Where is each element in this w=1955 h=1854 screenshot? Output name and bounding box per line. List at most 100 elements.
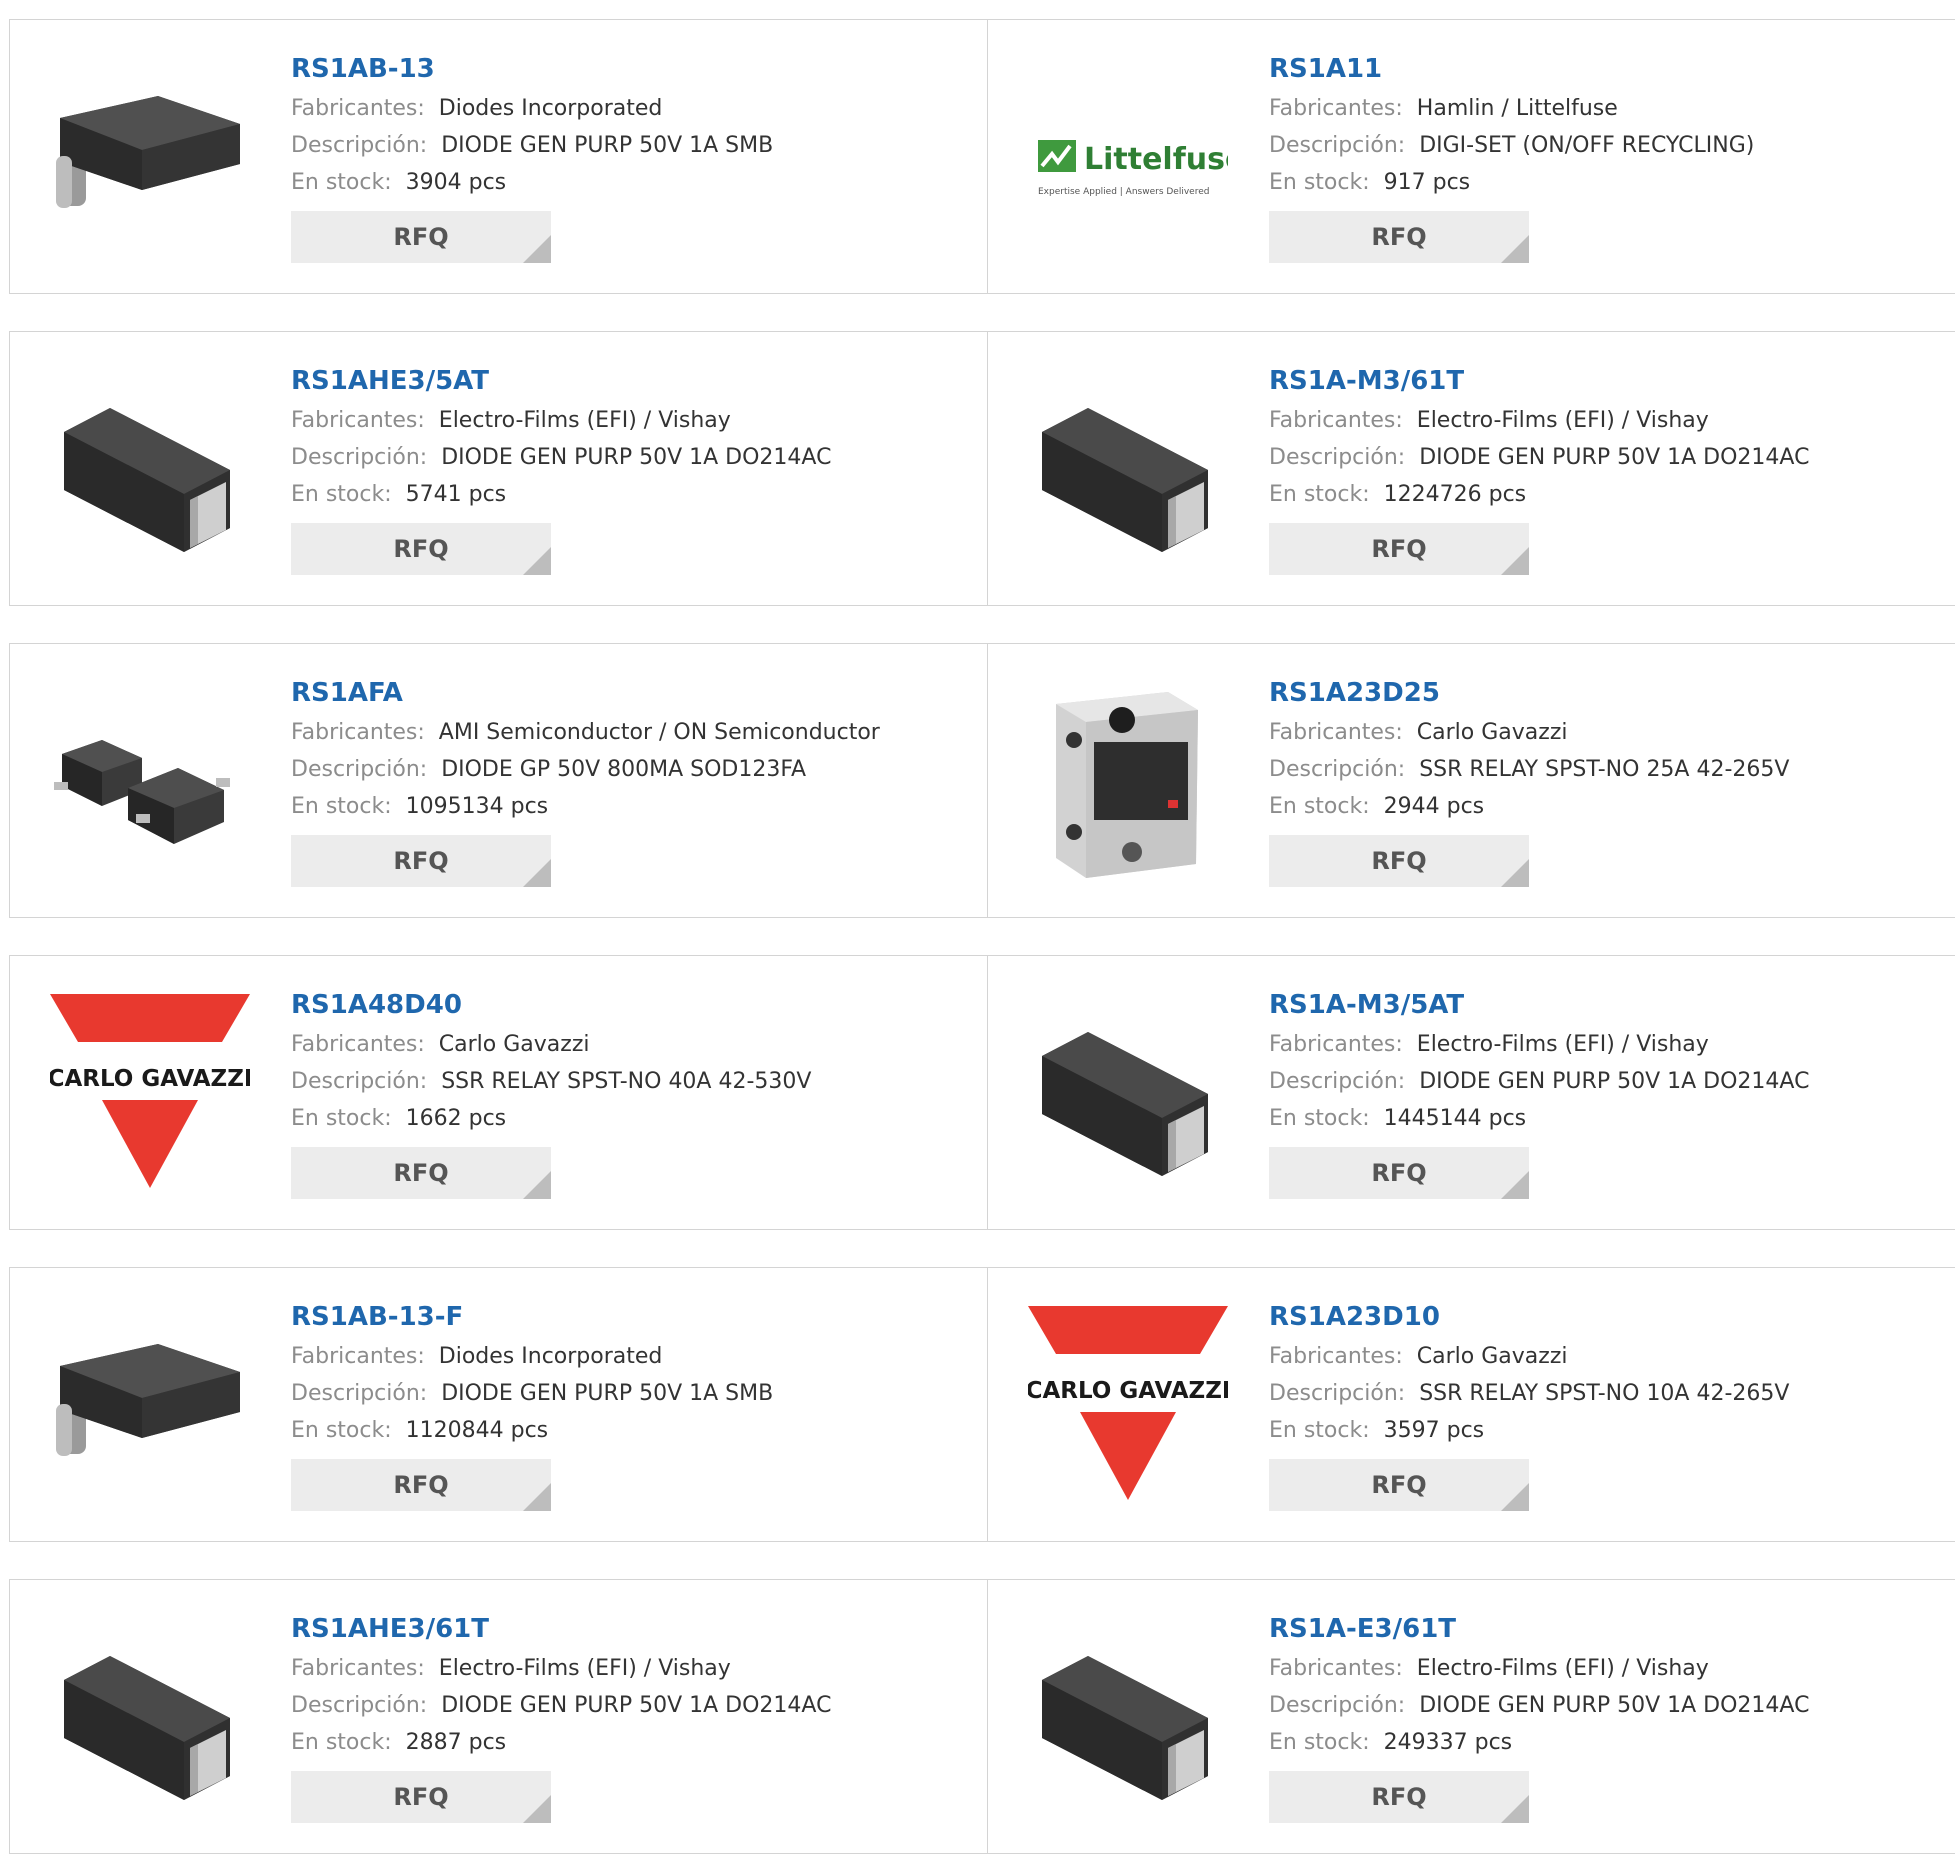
description-label: Descripción:	[291, 757, 428, 782]
stock-value: 1445144 pcs	[1383, 1106, 1527, 1131]
rfq-button[interactable]: RFQ	[1269, 211, 1529, 263]
product-image[interactable]: CARLO GAVAZZI	[1028, 1306, 1228, 1506]
product-row: RS1AHE3/5AT Fabricantes: Electro-Films (E…	[9, 331, 1955, 606]
rfq-label: RFQ	[1371, 223, 1427, 251]
part-number-link[interactable]: RS1A-E3/61T	[1269, 1608, 1929, 1650]
stock-value: 5741 pcs	[405, 482, 507, 507]
rfq-button[interactable]: RFQ	[1269, 1771, 1529, 1823]
stock-value: 2944 pcs	[1383, 794, 1485, 819]
description-row: Descripción: SSR RELAY SPST-NO 25A 42-265…	[1269, 751, 1929, 788]
manufacturer-label: Fabricantes:	[1269, 720, 1403, 745]
rfq-button[interactable]: RFQ	[291, 835, 551, 887]
product-image[interactable]: Littelfuse Expertise Applied | Answers D…	[1028, 58, 1228, 258]
manufacturer-label: Fabricantes:	[1269, 1032, 1403, 1057]
product-card: RS1AB-13-F Fabricantes: Diodes Incorporat…	[10, 1268, 988, 1541]
stock-label: En stock:	[1269, 170, 1370, 195]
carlo-gavazzi-logo-icon: CARLO GAVAZZI	[1028, 1306, 1228, 1500]
manufacturer-label: Fabricantes:	[1269, 1656, 1403, 1681]
description-value: DIODE GP 50V 800MA SOD123FA	[441, 757, 807, 782]
stock-row: En stock: 917 pcs	[1269, 164, 1929, 201]
stock-value: 249337 pcs	[1383, 1730, 1513, 1755]
rfq-button[interactable]: RFQ	[1269, 1459, 1529, 1511]
product-image[interactable]	[50, 1618, 250, 1818]
rfq-button[interactable]: RFQ	[1269, 523, 1529, 575]
stock-label: En stock:	[1269, 1106, 1370, 1131]
product-image[interactable]	[1028, 994, 1228, 1194]
stock-label: En stock:	[291, 482, 392, 507]
manufacturer-label: Fabricantes:	[291, 1032, 425, 1057]
product-info: RS1AHE3/5AT Fabricantes: Electro-Films (E…	[291, 360, 951, 575]
product-image[interactable]	[1028, 370, 1228, 570]
corner-triangle-icon	[523, 235, 551, 263]
product-image[interactable]	[50, 58, 250, 258]
stock-row: En stock: 1224726 pcs	[1269, 476, 1929, 513]
do214-diode-icon	[1042, 1656, 1208, 1800]
stock-label: En stock:	[291, 794, 392, 819]
part-number-link[interactable]: RS1A11	[1269, 48, 1929, 90]
rfq-button[interactable]: RFQ	[1269, 835, 1529, 887]
manufacturer-row: Fabricantes: Carlo Gavazzi	[1269, 1338, 1929, 1375]
part-number-link[interactable]: RS1A23D10	[1269, 1296, 1929, 1338]
stock-value: 3904 pcs	[405, 170, 507, 195]
corner-triangle-icon	[523, 547, 551, 575]
description-label: Descripción:	[291, 133, 428, 158]
description-value: DIODE GEN PURP 50V 1A DO214AC	[1419, 1693, 1810, 1718]
part-number-link[interactable]: RS1AB-13-F	[291, 1296, 951, 1338]
stock-label: En stock:	[1269, 1418, 1370, 1443]
corner-triangle-icon	[523, 1171, 551, 1199]
product-image[interactable]	[1028, 682, 1228, 882]
corner-triangle-icon	[1501, 235, 1529, 263]
rfq-button[interactable]: RFQ	[291, 523, 551, 575]
sod123-diodes-icon	[54, 740, 230, 844]
stock-value: 1662 pcs	[405, 1106, 507, 1131]
rfq-label: RFQ	[393, 847, 449, 875]
manufacturer-value: Diodes Incorporated	[438, 96, 663, 121]
rfq-button[interactable]: RFQ	[291, 1459, 551, 1511]
product-image[interactable]	[50, 1306, 250, 1506]
manufacturer-label: Fabricantes:	[291, 1344, 425, 1369]
description-label: Descripción:	[291, 1381, 428, 1406]
rfq-button[interactable]: RFQ	[291, 1771, 551, 1823]
part-number-link[interactable]: RS1AFA	[291, 672, 951, 714]
product-info: RS1A-M3/5AT Fabricantes: Electro-Films (E…	[1269, 984, 1929, 1199]
product-image[interactable]	[50, 370, 250, 570]
carlo-gavazzi-logo-icon: CARLO GAVAZZI	[50, 994, 250, 1188]
rfq-button[interactable]: RFQ	[291, 1147, 551, 1199]
product-info: RS1A23D10 Fabricantes: Carlo Gavazzi Desc…	[1269, 1296, 1929, 1511]
corner-triangle-icon	[523, 859, 551, 887]
stock-row: En stock: 2887 pcs	[291, 1724, 951, 1761]
description-value: DIODE GEN PURP 50V 1A SMB	[441, 133, 774, 158]
part-number-link[interactable]: RS1AHE3/5AT	[291, 360, 951, 402]
stock-row: En stock: 1445144 pcs	[1269, 1100, 1929, 1137]
manufacturer-value: Electro-Films (EFI) / Vishay	[1416, 1656, 1709, 1681]
do214-diode-icon	[64, 1656, 230, 1800]
part-number-link[interactable]: RS1A23D25	[1269, 672, 1929, 714]
manufacturer-row: Fabricantes: Carlo Gavazzi	[1269, 714, 1929, 751]
manufacturer-label: Fabricantes:	[291, 720, 425, 745]
rfq-label: RFQ	[1371, 1783, 1427, 1811]
product-info: RS1A-E3/61T Fabricantes: Electro-Films (E…	[1269, 1608, 1929, 1823]
stock-label: En stock:	[1269, 482, 1370, 507]
product-image[interactable]: CARLO GAVAZZI	[50, 994, 250, 1194]
description-row: Descripción: DIGI-SET (ON/OFF RECYCLING)	[1269, 127, 1929, 164]
product-info: RS1AB-13 Fabricantes: Diodes Incorporated…	[291, 48, 951, 263]
description-label: Descripción:	[1269, 757, 1406, 782]
part-number-link[interactable]: RS1A48D40	[291, 984, 951, 1026]
rfq-button[interactable]: RFQ	[1269, 1147, 1529, 1199]
manufacturer-value: Electro-Films (EFI) / Vishay	[1416, 1032, 1709, 1057]
product-card: RS1AB-13 Fabricantes: Diodes Incorporated…	[10, 20, 988, 293]
part-number-link[interactable]: RS1AB-13	[291, 48, 951, 90]
description-row: Descripción: DIODE GEN PURP 50V 1A DO214A…	[291, 439, 951, 476]
product-row: RS1AFA Fabricantes: AMI Semiconductor / O…	[9, 643, 1955, 918]
rfq-label: RFQ	[393, 1783, 449, 1811]
part-number-link[interactable]: RS1AHE3/61T	[291, 1608, 951, 1650]
description-row: Descripción: DIODE GEN PURP 50V 1A SMB	[291, 127, 951, 164]
rfq-button[interactable]: RFQ	[291, 211, 551, 263]
rfq-label: RFQ	[1371, 1159, 1427, 1187]
part-number-link[interactable]: RS1A-M3/61T	[1269, 360, 1929, 402]
description-row: Descripción: DIODE GEN PURP 50V 1A DO214A…	[291, 1687, 951, 1724]
part-number-link[interactable]: RS1A-M3/5AT	[1269, 984, 1929, 1026]
product-image[interactable]	[50, 682, 250, 882]
description-value: SSR RELAY SPST-NO 40A 42-530V	[441, 1069, 812, 1094]
product-image[interactable]	[1028, 1618, 1228, 1818]
